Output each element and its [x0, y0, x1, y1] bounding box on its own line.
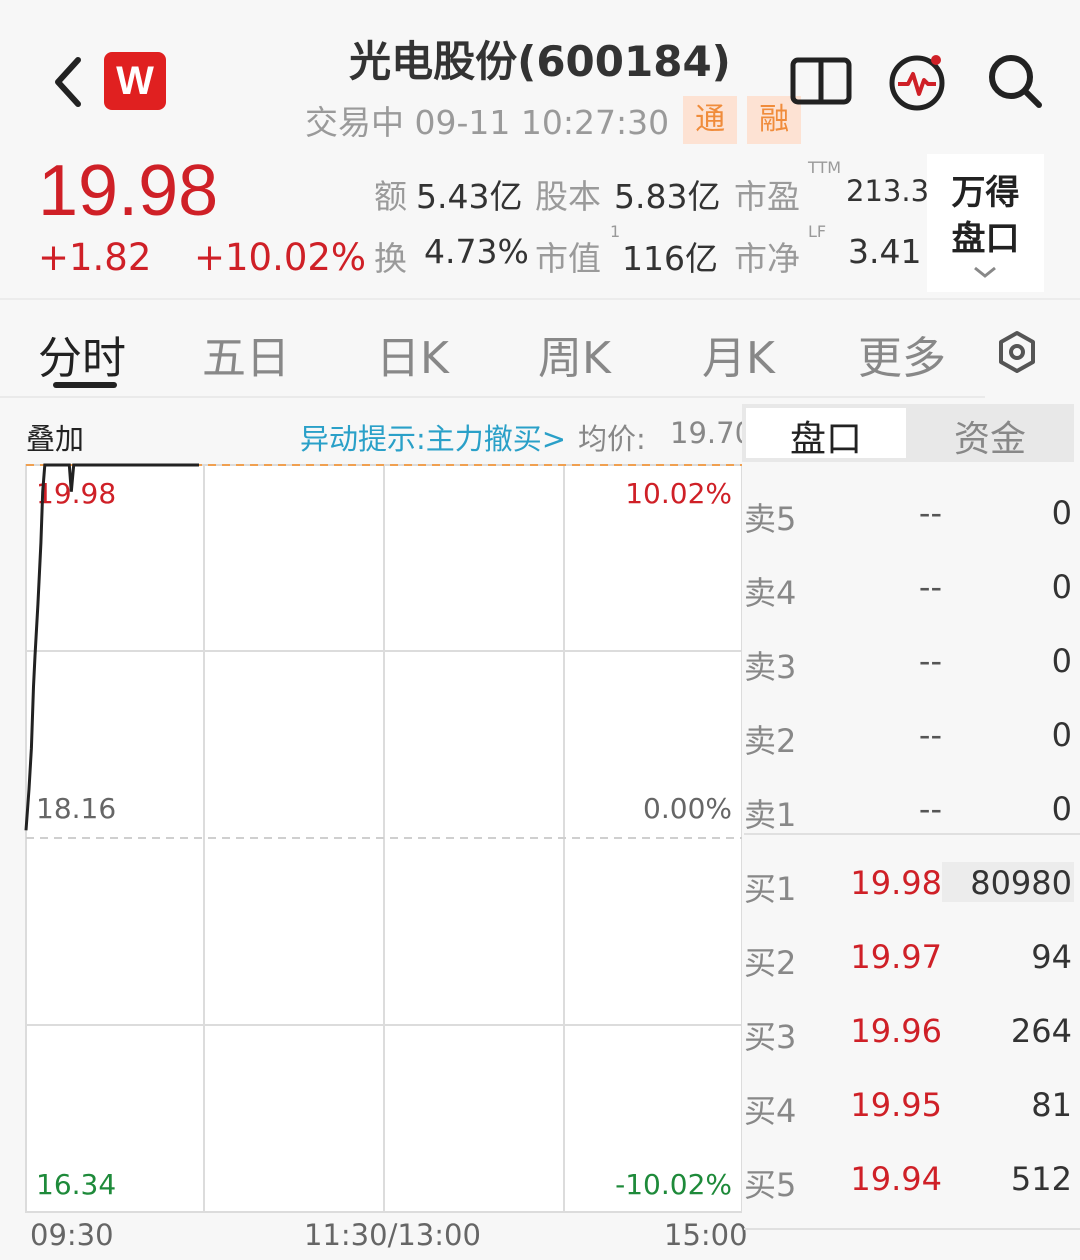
market-cap-value: 116亿: [622, 239, 718, 278]
bid-label: 买2: [744, 944, 797, 982]
ask-price: --: [918, 716, 942, 754]
divider: [0, 298, 1080, 300]
bid-price: 19.94: [850, 1160, 942, 1198]
divider: [744, 833, 1080, 835]
tab-daily-k[interactable]: 日K: [376, 322, 449, 386]
divider: [0, 396, 985, 398]
wind-orderbook-label: 万得 盘口: [951, 173, 1020, 259]
ask-row[interactable]: 卖2 -- 0: [744, 716, 1078, 760]
ask-row[interactable]: 卖5 -- 0: [744, 494, 1078, 538]
pct-label-mid: 0.00%: [643, 792, 732, 825]
bid-row[interactable]: 买3 19.96 264: [744, 1012, 1078, 1056]
intraday-chart[interactable]: 19.98 18.16 16.34 10.02% 0.00% -10.02%: [0, 460, 742, 1220]
time-label-open: 09:30: [30, 1218, 114, 1252]
bid-price: 19.95: [850, 1086, 942, 1124]
tab-monthly-k[interactable]: 月K: [702, 322, 775, 386]
ask-row[interactable]: 卖4 -- 0: [744, 568, 1078, 612]
pe-value: 213.3: [846, 174, 930, 208]
avg-price-value: 19.70: [670, 416, 754, 450]
bid-volume: 512: [1010, 1160, 1072, 1198]
tab-intraday[interactable]: 分时: [38, 322, 126, 386]
ask-label: 卖4: [744, 574, 797, 612]
trading-status: 交易中 09-11 10:27:30 通 融: [305, 96, 802, 144]
anomaly-alert-link[interactable]: 异动提示:主力撤买>: [300, 416, 566, 458]
pe-superscript: TTM: [808, 158, 842, 177]
ask-price: --: [918, 568, 942, 606]
bid-row[interactable]: 买2 19.97 94: [744, 938, 1078, 982]
divider: [744, 1228, 1080, 1230]
tab-orderbook[interactable]: 盘口: [746, 410, 906, 462]
avg-price-label: 均价:: [578, 422, 646, 456]
share-capital-label: 股本: [535, 177, 601, 216]
tab-weekly-k[interactable]: 周K: [538, 322, 611, 386]
bid-volume: 264: [1010, 1012, 1072, 1050]
price-change-pct: +10.02%: [194, 236, 367, 279]
search-icon[interactable]: [984, 50, 1046, 112]
chart-grid: [25, 464, 742, 1213]
bid-price: 19.97: [850, 938, 942, 976]
tab-more[interactable]: 更多: [858, 322, 946, 386]
pct-label-max: 10.02%: [625, 477, 732, 510]
turnover-label: 换: [374, 239, 407, 278]
market-cap-label: 市值: [535, 239, 601, 278]
ask-price: --: [918, 642, 942, 680]
ask-volume: 0: [1051, 790, 1072, 828]
ask-label: 卖1: [744, 796, 797, 834]
ask-label: 卖5: [744, 500, 797, 538]
settings-icon[interactable]: [996, 330, 1038, 374]
ask-volume: 0: [1051, 642, 1072, 680]
pb-value: 3.41: [848, 232, 922, 271]
bid-label: 买4: [744, 1092, 797, 1130]
y-label-min: 16.34: [36, 1168, 116, 1201]
bid-price: 19.98: [850, 864, 942, 902]
bid-row[interactable]: 买5 19.94 512: [744, 1160, 1078, 1204]
ask-label: 卖2: [744, 722, 797, 760]
tag-connect[interactable]: 通: [683, 96, 738, 144]
pb-superscript: LF: [808, 222, 827, 241]
tab-active-indicator: [53, 382, 117, 388]
split-view-icon[interactable]: [790, 55, 852, 107]
trading-status-text: 交易中 09-11 10:27:30: [305, 103, 670, 142]
ask-volume: 0: [1051, 716, 1072, 754]
bid-row[interactable]: 买4 19.95 81: [744, 1086, 1078, 1130]
share-capital-value: 5.83亿: [614, 177, 721, 216]
bid-price: 19.96: [850, 1012, 942, 1050]
y-label-max: 19.98: [36, 477, 116, 510]
ask-row[interactable]: 卖3 -- 0: [744, 642, 1078, 686]
bid-volume: 81: [1031, 1086, 1072, 1124]
pct-label-min: -10.02%: [615, 1168, 732, 1201]
overlay-button[interactable]: 叠加: [26, 416, 84, 458]
tab-five-day[interactable]: 五日: [202, 322, 290, 386]
ask-price: --: [918, 790, 942, 828]
bid-label: 买3: [744, 1018, 797, 1056]
market-cap-superscript: 1: [610, 222, 621, 241]
time-label-midday: 11:30/13:00: [304, 1218, 481, 1252]
bid-volume: 80980: [970, 864, 1072, 902]
amount-value: 5.43亿: [416, 177, 523, 216]
bid-volume: 94: [1031, 938, 1072, 976]
last-price: 19.98: [38, 151, 219, 231]
bid-label: 买1: [744, 870, 797, 908]
bid-row[interactable]: 买1 19.98 80980: [744, 864, 1078, 908]
tab-capital-flow[interactable]: 资金: [910, 410, 1070, 462]
pe-label: 市盈: [734, 177, 800, 216]
chevron-down-icon: [974, 266, 996, 278]
ask-label: 卖3: [744, 648, 797, 686]
y-label-mid: 18.16: [36, 792, 116, 825]
bid-label: 买5: [744, 1166, 797, 1204]
turnover-value: 4.73%: [424, 232, 529, 271]
ask-volume: 0: [1051, 568, 1072, 606]
amount-label: 额: [374, 177, 407, 216]
pb-label: 市净: [734, 239, 800, 278]
ask-volume: 0: [1051, 494, 1072, 532]
ask-price: --: [918, 494, 942, 532]
price-change: +1.82: [38, 236, 152, 279]
pulse-alert-icon[interactable]: [886, 50, 948, 112]
ask-row[interactable]: 卖1 -- 0: [744, 790, 1078, 834]
time-label-close: 15:00: [664, 1218, 748, 1252]
